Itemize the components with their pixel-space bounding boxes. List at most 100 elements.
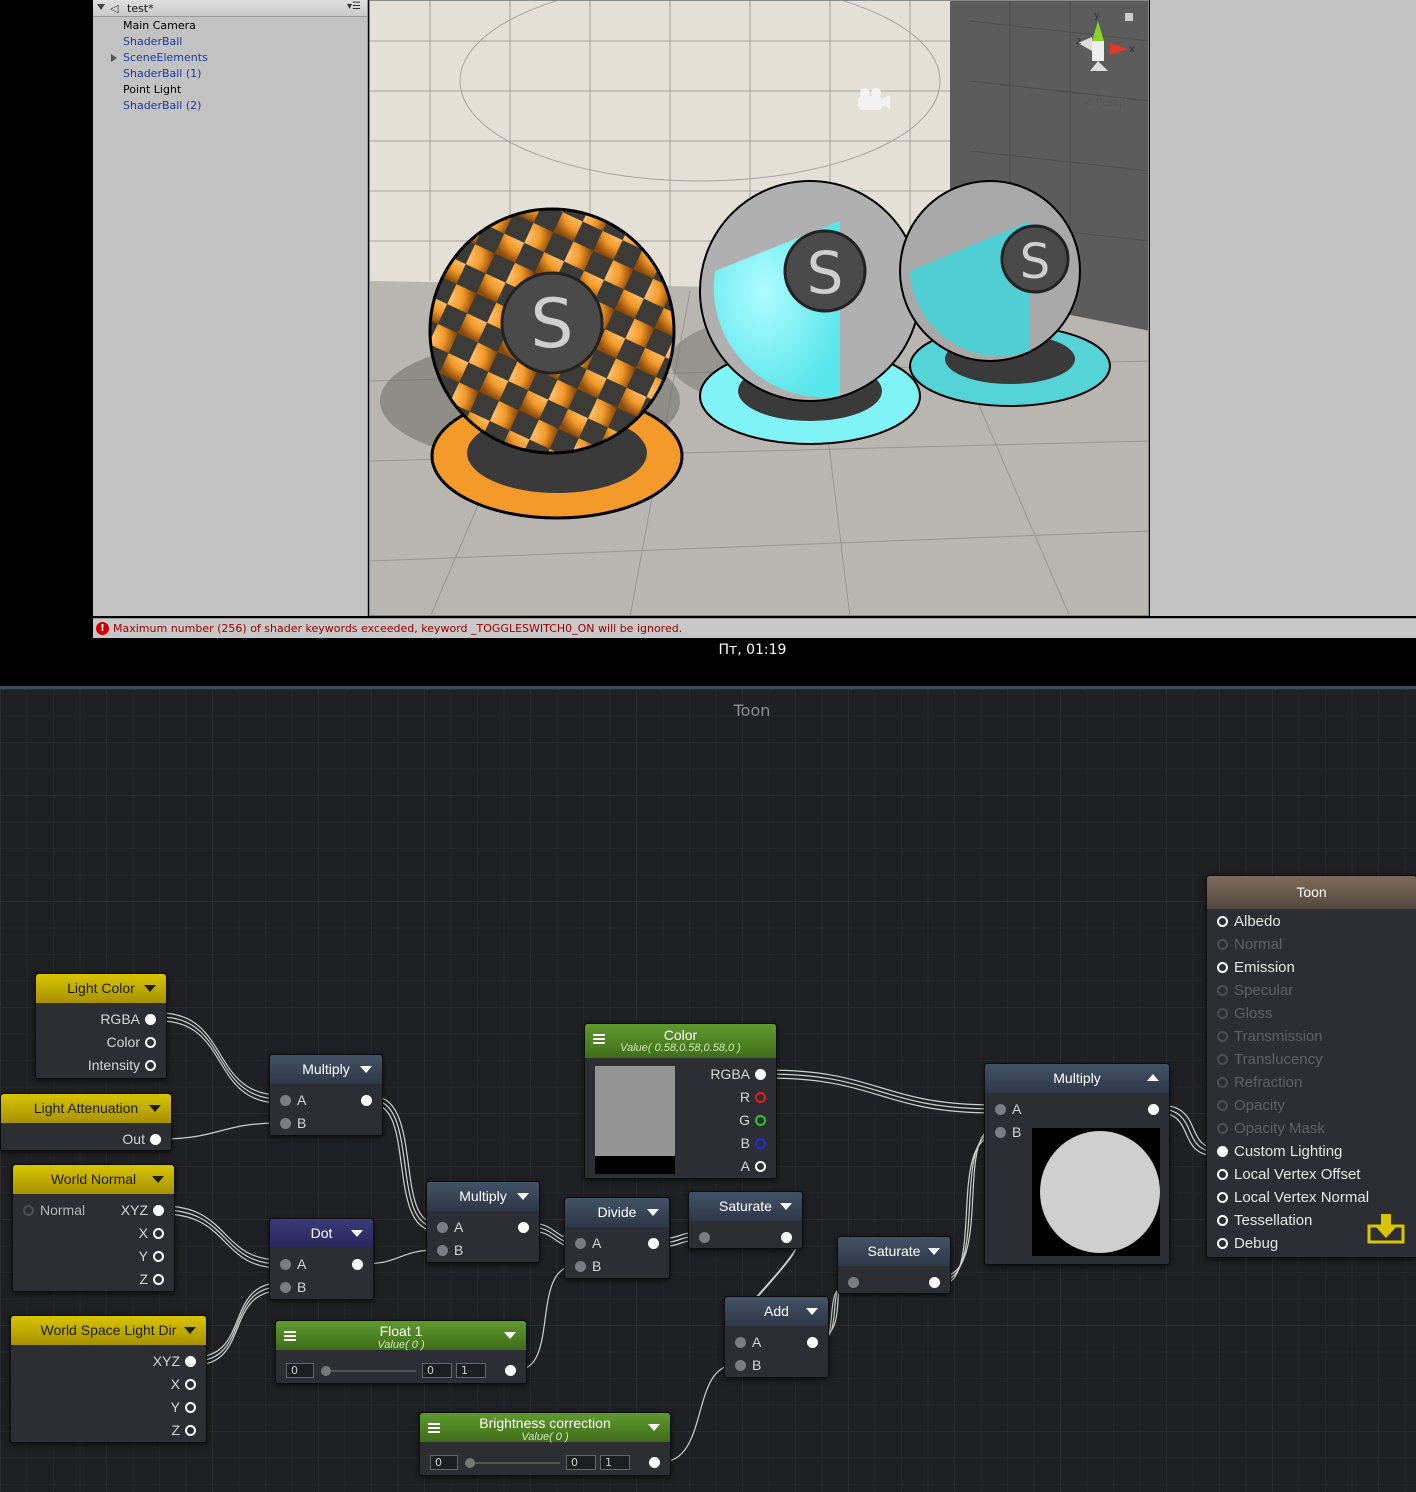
- input-port[interactable]: [280, 1282, 291, 1293]
- toon-input-emission[interactable]: Emission: [1217, 959, 1295, 976]
- node-dot[interactable]: Dot A B: [269, 1218, 374, 1300]
- node-header[interactable]: World Normal: [13, 1165, 174, 1194]
- input-port[interactable]: [735, 1337, 746, 1348]
- output-port[interactable]: [185, 1356, 196, 1367]
- node-header[interactable]: Saturate: [689, 1192, 802, 1221]
- node-header[interactable]: Light Color: [36, 974, 166, 1003]
- input-port[interactable]: [437, 1222, 448, 1233]
- dropdown-icon[interactable]: [780, 1203, 792, 1210]
- node-world-space-light-dir[interactable]: World Space Light Dir XYZ X Y Z: [10, 1315, 207, 1443]
- node-header[interactable]: Add: [725, 1297, 828, 1326]
- toon-input-specular[interactable]: Specular: [1217, 982, 1293, 999]
- dropdown-icon[interactable]: [351, 1230, 363, 1237]
- input-port[interactable]: [1217, 1146, 1228, 1157]
- output-port[interactable]: [648, 1238, 659, 1249]
- node-graph-canvas[interactable]: Toon Light Color RGBA Color Intensity Li…: [0, 686, 1416, 1492]
- dropdown-icon[interactable]: [149, 1105, 161, 1112]
- input-port[interactable]: [575, 1261, 586, 1272]
- input-port[interactable]: [1217, 1123, 1228, 1134]
- node-saturate-1[interactable]: Saturate: [688, 1191, 803, 1249]
- toon-input-opacity[interactable]: Opacity: [1217, 1097, 1285, 1114]
- node-header[interactable]: Color Value( 0.58,0.58,0.58,0 ): [585, 1024, 776, 1058]
- input-port[interactable]: [280, 1259, 291, 1270]
- output-port[interactable]: [150, 1134, 161, 1145]
- output-port[interactable]: [153, 1251, 164, 1262]
- output-port[interactable]: [153, 1274, 164, 1285]
- hierarchy-item-scene-elements[interactable]: SceneElements: [123, 50, 208, 66]
- toon-input-translucency[interactable]: Translucency: [1217, 1051, 1323, 1068]
- input-port[interactable]: [575, 1238, 586, 1249]
- node-header[interactable]: World Space Light Dir: [11, 1316, 206, 1345]
- output-port[interactable]: [361, 1095, 372, 1106]
- input-port[interactable]: [280, 1095, 291, 1106]
- collapse-preview-icon[interactable]: [1147, 1074, 1159, 1081]
- input-port[interactable]: [848, 1277, 859, 1288]
- value-field[interactable]: 0: [422, 1363, 452, 1378]
- hierarchy-item-main-camera[interactable]: Main Camera: [123, 18, 196, 34]
- node-saturate-2[interactable]: Saturate: [837, 1236, 951, 1294]
- output-port[interactable]: [649, 1457, 660, 1468]
- toon-input-custom-lighting[interactable]: Custom Lighting: [1217, 1143, 1342, 1160]
- output-port[interactable]: [185, 1425, 196, 1436]
- output-port[interactable]: [145, 1037, 156, 1048]
- min-field[interactable]: 0: [286, 1363, 314, 1378]
- node-add[interactable]: Add A B: [724, 1296, 829, 1378]
- status-bar[interactable]: ! Maximum number (256) of shader keyword…: [93, 618, 1416, 638]
- node-toon-output[interactable]: Toon Albedo Normal Emission Specular Glo…: [1206, 875, 1416, 1258]
- slider-knob[interactable]: [321, 1366, 331, 1376]
- input-port[interactable]: [995, 1127, 1006, 1138]
- input-port[interactable]: [1217, 1054, 1228, 1065]
- scene-elements-foldout-icon[interactable]: [111, 54, 117, 62]
- output-port[interactable]: [153, 1228, 164, 1239]
- max-field[interactable]: 1: [600, 1455, 630, 1470]
- toon-input-normal[interactable]: Normal: [1217, 936, 1282, 953]
- output-port[interactable]: [1148, 1104, 1159, 1115]
- output-port[interactable]: [505, 1365, 516, 1376]
- output-port[interactable]: [352, 1259, 363, 1270]
- input-port[interactable]: [1217, 962, 1228, 973]
- node-light-attenuation[interactable]: Light Attenuation Out: [0, 1093, 172, 1151]
- output-port[interactable]: [145, 1060, 156, 1071]
- dropdown-icon[interactable]: [928, 1248, 940, 1255]
- max-field[interactable]: 1: [456, 1363, 486, 1378]
- hierarchy-item-shaderball[interactable]: ShaderBall: [123, 34, 182, 50]
- toon-input-opacity-mask[interactable]: Opacity Mask: [1217, 1120, 1325, 1137]
- output-port[interactable]: [185, 1379, 196, 1390]
- dropdown-icon[interactable]: [504, 1332, 516, 1339]
- node-header[interactable]: Brightness correction Value( 0 ): [420, 1413, 670, 1443]
- output-port-r[interactable]: [755, 1092, 766, 1103]
- value-slider[interactable]: [466, 1462, 560, 1464]
- input-port[interactable]: [699, 1232, 710, 1243]
- node-header[interactable]: Multiply: [427, 1182, 539, 1211]
- dropdown-icon[interactable]: [647, 1209, 659, 1216]
- input-port[interactable]: [437, 1245, 448, 1256]
- node-color[interactable]: Color Value( 0.58,0.58,0.58,0 ) RGBA R G…: [584, 1023, 777, 1179]
- output-port-a[interactable]: [755, 1161, 766, 1172]
- hierarchy-menu-icon[interactable]: ▾☰: [347, 1, 361, 12]
- input-port[interactable]: [1217, 1238, 1228, 1249]
- node-divide[interactable]: Divide A B: [564, 1197, 670, 1279]
- dropdown-icon[interactable]: [144, 985, 156, 992]
- scene-view[interactable]: S S S y x z < Persp: [369, 0, 1149, 616]
- output-port[interactable]: [518, 1222, 529, 1233]
- output-port-g[interactable]: [755, 1115, 766, 1126]
- node-float-1[interactable]: Float 1 Value( 0 ) 0 0 1: [275, 1320, 527, 1384]
- dropdown-icon[interactable]: [806, 1308, 818, 1315]
- node-header[interactable]: Toon: [1207, 876, 1416, 909]
- dropdown-icon[interactable]: [360, 1066, 372, 1073]
- node-header[interactable]: Multiply: [270, 1055, 382, 1084]
- console-message[interactable]: Maximum number (256) of shader keywords …: [113, 622, 682, 635]
- input-port[interactable]: [1217, 1100, 1228, 1111]
- input-port[interactable]: [1217, 916, 1228, 927]
- toon-input-local-vertex-normal[interactable]: Local Vertex Normal: [1217, 1189, 1369, 1206]
- output-port[interactable]: [153, 1205, 164, 1216]
- input-port[interactable]: [280, 1118, 291, 1129]
- node-header[interactable]: Saturate: [838, 1237, 950, 1266]
- input-port[interactable]: [1217, 1192, 1228, 1203]
- node-header[interactable]: Divide: [565, 1198, 669, 1227]
- projection-label[interactable]: < Persp: [1083, 96, 1126, 109]
- input-port[interactable]: [735, 1360, 746, 1371]
- input-port[interactable]: [1217, 985, 1228, 996]
- value-field[interactable]: 0: [566, 1455, 596, 1470]
- dropdown-icon[interactable]: [648, 1424, 660, 1431]
